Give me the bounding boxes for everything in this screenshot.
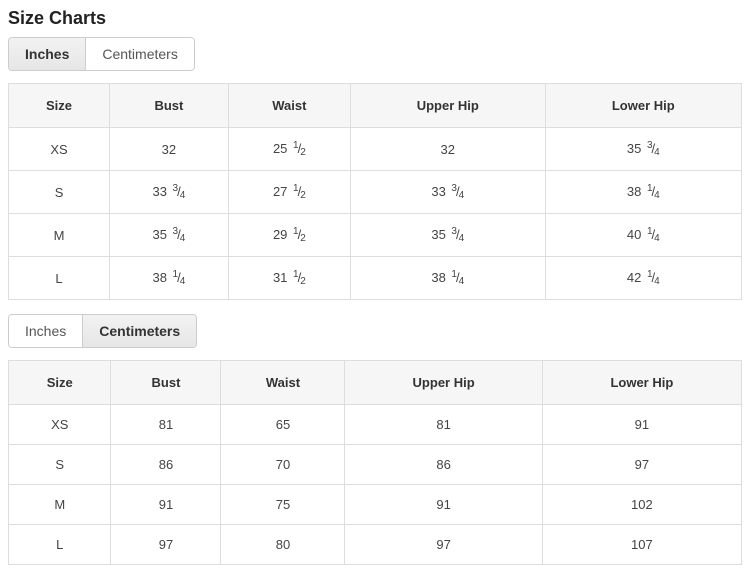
table-row: L978097107 — [9, 525, 742, 565]
cell-bust: 38 1/4 — [110, 257, 229, 300]
cell-lowerhip: 102 — [542, 485, 741, 525]
unit-tabs-1: Inches Centimeters — [8, 37, 195, 71]
col-size: Size — [9, 84, 110, 128]
cell-upperhip: 33 3/4 — [350, 171, 545, 214]
cell-lowerhip: 91 — [542, 405, 741, 445]
cell-bust: 35 3/4 — [110, 214, 229, 257]
cell-upperhip: 38 1/4 — [350, 257, 545, 300]
table-row: XS3225 1/23235 3/4 — [9, 128, 742, 171]
tab-centimeters[interactable]: Centimeters — [85, 38, 193, 70]
col-waist: Waist — [228, 84, 350, 128]
cell-waist: 65 — [221, 405, 345, 445]
cell-size: S — [9, 445, 111, 485]
cell-waist: 80 — [221, 525, 345, 565]
cell-upperhip: 35 3/4 — [350, 214, 545, 257]
cell-waist: 70 — [221, 445, 345, 485]
cell-upperhip: 97 — [345, 525, 542, 565]
size-table-cm: Size Bust Waist Upper Hip Lower Hip XS81… — [8, 360, 742, 565]
cell-bust: 81 — [111, 405, 221, 445]
cell-lowerhip: 42 1/4 — [545, 257, 741, 300]
col-bust: Bust — [111, 361, 221, 405]
table-header-row: Size Bust Waist Upper Hip Lower Hip — [9, 84, 742, 128]
col-lowerhip: Lower Hip — [545, 84, 741, 128]
cell-bust: 86 — [111, 445, 221, 485]
table-row: L38 1/431 1/238 1/442 1/4 — [9, 257, 742, 300]
cell-waist: 29 1/2 — [228, 214, 350, 257]
col-lowerhip: Lower Hip — [542, 361, 741, 405]
page-title: Size Charts — [8, 8, 742, 29]
table-row: S33 3/427 1/233 3/438 1/4 — [9, 171, 742, 214]
table-row: S86708697 — [9, 445, 742, 485]
cell-size: L — [9, 257, 110, 300]
cell-bust: 91 — [111, 485, 221, 525]
cell-waist: 31 1/2 — [228, 257, 350, 300]
col-size: Size — [9, 361, 111, 405]
cell-lowerhip: 35 3/4 — [545, 128, 741, 171]
col-waist: Waist — [221, 361, 345, 405]
table-row: M35 3/429 1/235 3/440 1/4 — [9, 214, 742, 257]
cell-bust: 33 3/4 — [110, 171, 229, 214]
table-row: XS81658191 — [9, 405, 742, 445]
cell-upperhip: 81 — [345, 405, 542, 445]
table-header-row: Size Bust Waist Upper Hip Lower Hip — [9, 361, 742, 405]
col-upperhip: Upper Hip — [345, 361, 542, 405]
col-bust: Bust — [110, 84, 229, 128]
cell-size: M — [9, 485, 111, 525]
cell-lowerhip: 97 — [542, 445, 741, 485]
cell-size: XS — [9, 405, 111, 445]
cell-lowerhip: 38 1/4 — [545, 171, 741, 214]
cell-lowerhip: 40 1/4 — [545, 214, 741, 257]
cell-size: XS — [9, 128, 110, 171]
cell-bust: 97 — [111, 525, 221, 565]
cell-waist: 25 1/2 — [228, 128, 350, 171]
unit-tabs-2: Inches Centimeters — [8, 314, 197, 348]
tab-inches[interactable]: Inches — [9, 38, 85, 70]
cell-upperhip: 32 — [350, 128, 545, 171]
cell-lowerhip: 107 — [542, 525, 741, 565]
size-table-inches: Size Bust Waist Upper Hip Lower Hip XS32… — [8, 83, 742, 300]
cell-waist: 27 1/2 — [228, 171, 350, 214]
cell-upperhip: 91 — [345, 485, 542, 525]
cell-upperhip: 86 — [345, 445, 542, 485]
table-row: M917591102 — [9, 485, 742, 525]
tab-inches[interactable]: Inches — [9, 315, 82, 347]
cell-size: L — [9, 525, 111, 565]
cell-bust: 32 — [110, 128, 229, 171]
cell-waist: 75 — [221, 485, 345, 525]
tab-centimeters[interactable]: Centimeters — [82, 315, 196, 347]
cell-size: M — [9, 214, 110, 257]
col-upperhip: Upper Hip — [350, 84, 545, 128]
cell-size: S — [9, 171, 110, 214]
